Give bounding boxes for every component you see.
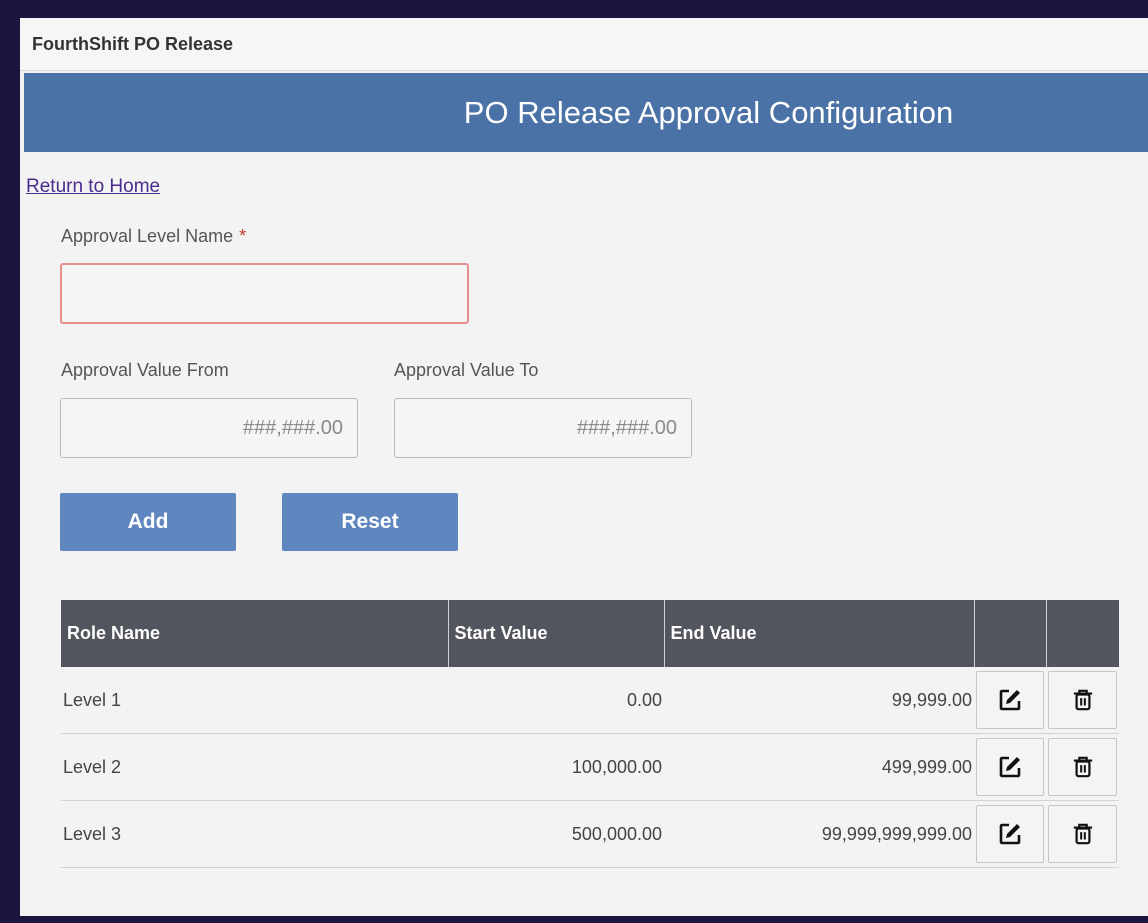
edit-button[interactable] <box>976 805 1044 863</box>
approval-level-name-input[interactable] <box>60 263 469 324</box>
required-marker: * <box>239 226 247 246</box>
delete-button[interactable] <box>1048 671 1117 729</box>
approval-value-to-label: Approval Value To <box>394 360 539 380</box>
column-header-start-value: Start Value <box>448 600 665 667</box>
edit-cell <box>974 667 1046 734</box>
start-value-cell: 500,000.00 <box>448 800 664 868</box>
edit-icon <box>999 689 1021 711</box>
edit-icon <box>999 756 1021 778</box>
approval-value-to-input[interactable] <box>394 398 692 458</box>
table-row: Level 2 100,000.00 499,999.00 <box>61 733 1119 801</box>
end-value-cell: 99,999,999,999.00 <box>664 800 974 868</box>
reset-button[interactable]: Reset <box>282 493 458 551</box>
approval-value-from-label: Approval Value From <box>61 360 229 380</box>
column-header-end-value: End Value <box>664 600 975 667</box>
role-name-cell: Level 2 <box>61 733 448 801</box>
end-value-cell: 499,999.00 <box>664 733 974 801</box>
page-banner: PO Release Approval Configuration <box>24 73 1148 152</box>
delete-cell <box>1046 733 1119 801</box>
column-header-delete <box>1046 600 1119 667</box>
return-to-home-link[interactable]: Return to Home <box>26 176 160 198</box>
approval-levels-table: Role Name Start Value End Value Level 1 … <box>61 600 1119 868</box>
trash-icon <box>1073 823 1092 845</box>
column-header-edit <box>974 600 1047 667</box>
end-value-cell: 99,999.00 <box>664 667 974 734</box>
add-button[interactable]: Add <box>60 493 236 551</box>
window-title: FourthShift PO Release <box>20 18 1148 71</box>
approval-level-name-label-text: Approval Level Name <box>61 226 234 246</box>
edit-button[interactable] <box>976 671 1044 729</box>
edit-button[interactable] <box>976 738 1044 796</box>
column-header-role-name: Role Name <box>61 600 449 667</box>
approval-level-name-label: Approval Level Name * <box>61 226 246 247</box>
table-row: Level 1 0.00 99,999.00 <box>61 667 1119 734</box>
role-name-cell: Level 1 <box>61 667 448 734</box>
edit-cell <box>974 733 1046 801</box>
edit-cell <box>974 800 1046 868</box>
trash-icon <box>1073 689 1092 711</box>
app-window: FourthShift PO Release PO Release Approv… <box>20 18 1148 916</box>
approval-value-from-input[interactable] <box>60 398 358 458</box>
trash-icon <box>1073 756 1092 778</box>
start-value-cell: 0.00 <box>448 667 664 734</box>
start-value-cell: 100,000.00 <box>448 733 664 801</box>
delete-cell <box>1046 800 1119 868</box>
delete-button[interactable] <box>1048 805 1117 863</box>
edit-icon <box>999 823 1021 845</box>
delete-cell <box>1046 667 1119 734</box>
table-header-row: Role Name Start Value End Value <box>61 600 1119 667</box>
delete-button[interactable] <box>1048 738 1117 796</box>
role-name-cell: Level 3 <box>61 800 448 868</box>
table-row: Level 3 500,000.00 99,999,999,999.00 <box>61 800 1119 868</box>
